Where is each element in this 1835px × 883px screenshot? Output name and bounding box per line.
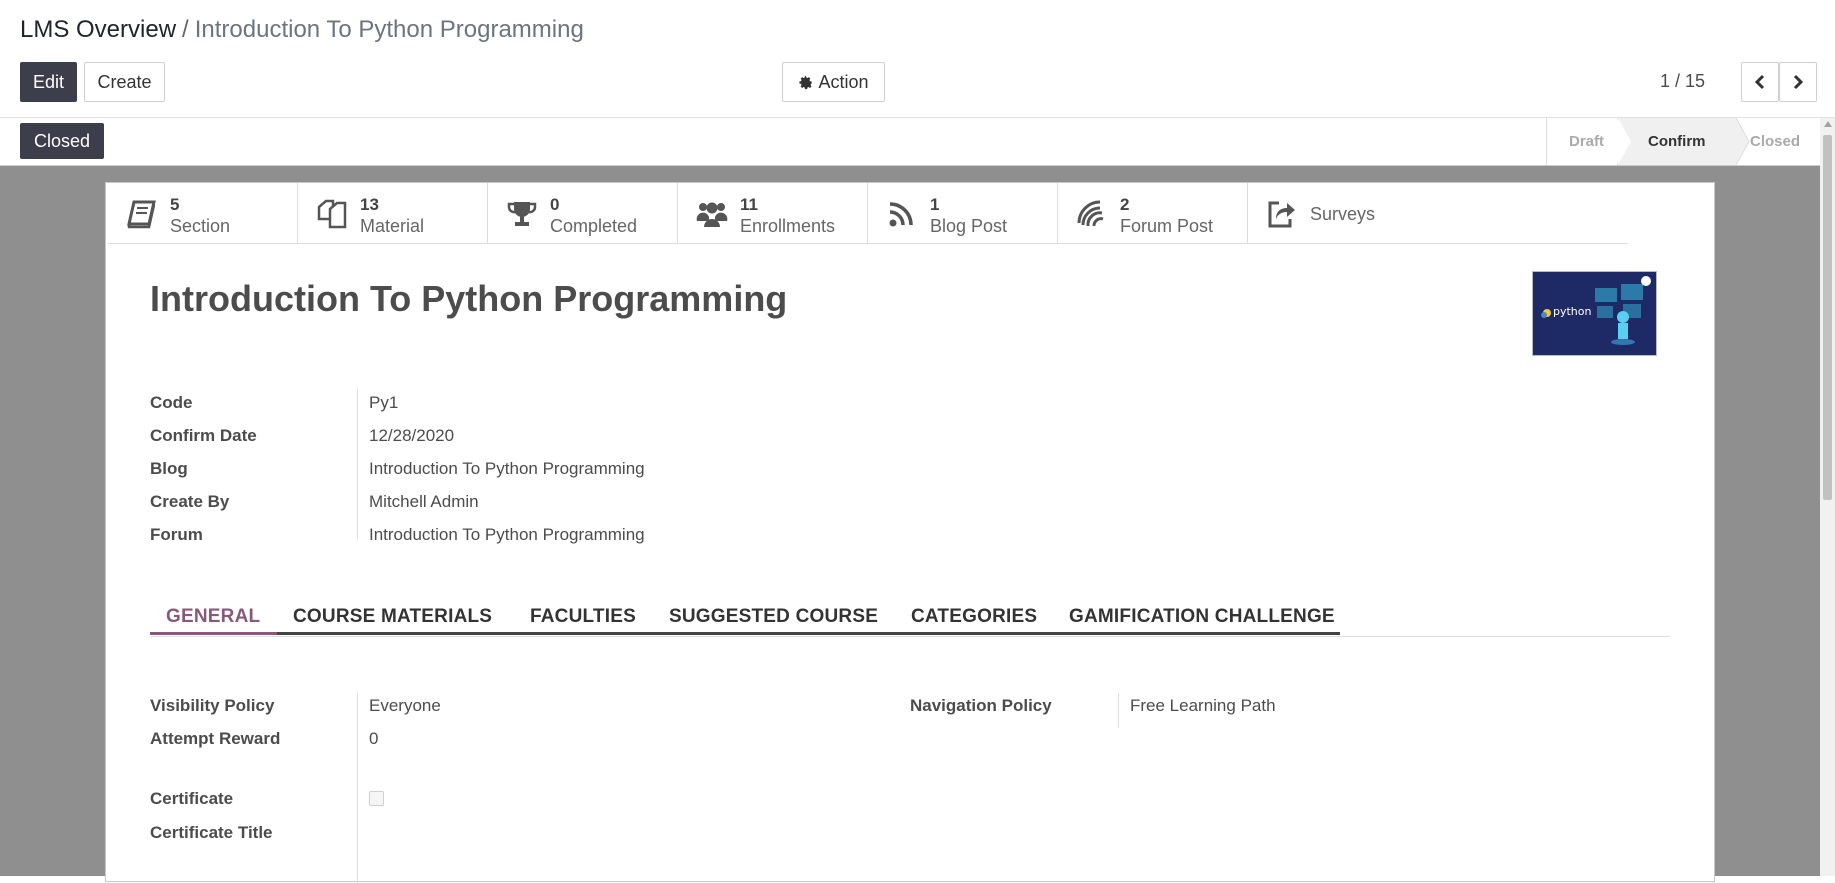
course-image-text: python	[1553, 305, 1592, 318]
smart-button-label: Section	[170, 216, 231, 236]
confirm-date-label: Confirm Date	[150, 426, 257, 445]
stage-closed[interactable]: Closed	[1750, 118, 1800, 165]
pager-value[interactable]: 1 / 15	[1660, 71, 1705, 92]
chevron-right-icon	[1793, 74, 1804, 90]
tab-faculties[interactable]: FACULTIES	[530, 598, 636, 635]
tab-suggested-course[interactable]: SUGGESTED COURSE	[669, 598, 878, 635]
pager-next-button[interactable]	[1779, 62, 1817, 102]
smart-button-label: Forum Post	[1120, 216, 1214, 236]
attempt-reward-label: Attempt Reward	[150, 729, 281, 748]
book-icon	[127, 200, 156, 229]
stage-confirm[interactable]: Confirm	[1648, 118, 1706, 165]
visibility-policy-label: Visibility Policy	[150, 696, 275, 715]
tab-underline	[277, 632, 1340, 635]
feed-icon	[1077, 200, 1104, 227]
certificate-title-label: Certificate Title	[150, 823, 273, 842]
navigation-policy-label: Navigation Policy	[910, 696, 1052, 715]
tab-course-materials[interactable]: COURSE MATERIALS	[293, 598, 492, 635]
python-course-illustration	[1533, 272, 1656, 355]
copy-icon	[317, 199, 347, 229]
certificate-checkbox[interactable]	[369, 791, 384, 806]
navigation-field-divider	[1118, 693, 1119, 728]
tab-gamification-challenge[interactable]: GAMIFICATION CHALLENGE	[1069, 598, 1335, 635]
forum-value[interactable]: Introduction To Python Programming	[369, 525, 645, 545]
smart-button-enrollments[interactable]: 11 Enrollments	[678, 183, 868, 243]
rss-icon	[889, 202, 913, 227]
forum-label: Forum	[150, 525, 203, 544]
action-button[interactable]: Action	[782, 62, 885, 102]
scrollbar-thumb[interactable]	[1823, 135, 1832, 500]
confirm-date-value: 12/28/2020	[369, 426, 455, 445]
smart-button-label: Material	[360, 216, 425, 236]
record-title: Introduction To Python Programming	[150, 278, 788, 319]
blog-value[interactable]: Introduction To Python Programming	[369, 459, 645, 479]
create-by-value[interactable]: Mitchell Admin	[369, 492, 479, 512]
notebook-tabs: GENERAL COURSE MATERIALS FACULTIES SUGGE…	[150, 598, 1670, 637]
create-by-label: Create By	[150, 492, 230, 511]
stage-arrow-out	[1736, 118, 1750, 165]
form-sheet: 5 Section 13 Material 0 Completed 11 Enr…	[105, 182, 1715, 883]
stage-arrow-in	[1618, 118, 1631, 165]
pager-previous-button[interactable]	[1741, 62, 1779, 102]
breadcrumb-current: Introduction To Python Programming	[194, 16, 584, 43]
action-label: Action	[818, 71, 869, 92]
attempt-reward-value: 0	[369, 729, 379, 748]
gear-icon	[799, 75, 813, 89]
navigation-policy-value: Free Learning Path	[1130, 696, 1276, 715]
smart-button-value: 5	[170, 195, 180, 214]
smart-button-value: 13	[360, 195, 379, 214]
breadcrumb: LMS Overview / Introduction To Python Prog…	[20, 16, 584, 44]
tab-general[interactable]: GENERAL	[166, 598, 260, 635]
create-button[interactable]: Create	[84, 62, 165, 102]
breadcrumb-separator: /	[182, 16, 189, 43]
visibility-policy-value: Everyone	[369, 696, 441, 715]
stage-selector: Draft Confirm Closed	[1546, 118, 1821, 165]
smart-button-label: Surveys	[1310, 204, 1376, 224]
blog-label: Blog	[150, 459, 188, 478]
field-divider	[357, 389, 358, 539]
smart-button-label: Completed	[550, 216, 638, 236]
smart-button-value: 2	[1120, 195, 1130, 214]
active-tab-underline	[150, 632, 277, 635]
smart-button-value: 1	[930, 195, 940, 214]
tab-categories[interactable]: CATEGORIES	[911, 598, 1037, 635]
status-bar: Closed Draft Confirm Closed	[0, 118, 1820, 166]
trophy-icon	[507, 202, 537, 226]
smart-buttons: 5 Section 13 Material 0 Completed 11 Enr…	[108, 183, 1628, 244]
smart-button-completed[interactable]: 0 Completed	[488, 183, 678, 243]
smart-button-label: Blog Post	[930, 216, 1008, 236]
closed-button[interactable]: Closed	[20, 123, 105, 159]
scroll-up-arrow[interactable]	[1824, 121, 1832, 127]
users-icon	[696, 202, 728, 227]
smart-button-value: 11	[740, 195, 758, 214]
code-label: Code	[150, 393, 193, 412]
code-value: Py1	[369, 393, 399, 412]
general-field-divider	[357, 693, 358, 883]
chevron-left-icon	[1754, 74, 1765, 90]
smart-button-value: 0	[550, 195, 560, 214]
share-icon	[1268, 201, 1295, 228]
smart-button-label: Enrollments	[740, 216, 836, 236]
smart-button-blog-post[interactable]: 1 Blog Post	[868, 183, 1058, 243]
smart-button-surveys[interactable]: Surveys	[1248, 183, 1438, 243]
smart-button-section[interactable]: 5 Section	[108, 183, 298, 243]
certificate-label: Certificate	[150, 789, 234, 808]
breadcrumb-parent[interactable]: LMS Overview	[20, 16, 176, 43]
smart-button-forum-post[interactable]: 2 Forum Post	[1058, 183, 1248, 243]
course-image[interactable]: python	[1532, 271, 1657, 356]
stage-draft[interactable]: Draft	[1569, 118, 1604, 165]
edit-button[interactable]: Edit	[20, 62, 77, 102]
smart-button-material[interactable]: 13 Material	[298, 183, 488, 243]
